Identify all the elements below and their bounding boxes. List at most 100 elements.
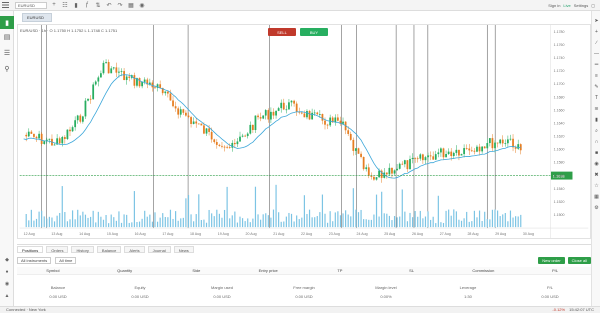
candle-body <box>213 139 216 143</box>
gear-icon[interactable]: ⚙ <box>593 204 600 211</box>
pattern-icon[interactable]: ≋ <box>593 105 600 112</box>
candle-body <box>218 144 221 146</box>
tab-alerts[interactable]: Alerts <box>124 245 145 253</box>
trendline-icon[interactable]: ∕ <box>593 39 600 46</box>
volume-bar <box>481 220 483 228</box>
column-header[interactable]: Quantity <box>89 267 161 274</box>
candle-body <box>169 93 172 101</box>
volume-bar <box>38 211 40 228</box>
camera-icon[interactable]: ◉ <box>138 2 146 9</box>
candle-body <box>424 157 427 161</box>
candle-body <box>118 71 120 73</box>
candle-body <box>251 124 254 131</box>
summary-value: 0.00 USD <box>49 294 67 299</box>
chart-icon[interactable]: ▤ <box>3 33 11 41</box>
calendar-icon[interactable]: ▦ <box>593 193 600 200</box>
tab-news[interactable]: News <box>173 245 194 253</box>
cursor-icon[interactable]: ➤ <box>593 17 600 24</box>
settings-link[interactable]: Settings <box>574 3 588 8</box>
sign-in-link[interactable]: Sign in <box>548 3 560 8</box>
column-header[interactable]: Symbol <box>17 267 89 274</box>
compare-icon[interactable]: ⇅ <box>94 2 102 9</box>
chart-tab[interactable]: EURUSD <box>22 13 52 22</box>
volume-bar <box>231 215 233 228</box>
tab-balance[interactable]: Balance <box>96 245 122 253</box>
candle-body <box>110 68 113 74</box>
candle-body <box>290 100 293 103</box>
volume-bar <box>195 214 197 228</box>
tab-journal[interactable]: Journal <box>147 245 171 253</box>
alerts-icon[interactable]: ▲ <box>3 293 11 299</box>
instrument-filter-dropdown[interactable]: All instruments <box>17 257 52 264</box>
date-tick-label: 26 Aug <box>412 232 423 236</box>
candle-body <box>313 112 316 114</box>
sell-button[interactable]: SELL <box>268 28 296 36</box>
summary-value: 0.00 USD <box>213 294 231 299</box>
watchlist-icon[interactable]: ☰ <box>3 49 11 57</box>
volume-bar <box>507 221 509 228</box>
brush-icon[interactable]: ✎ <box>593 83 600 90</box>
candles-icon[interactable]: ▮ <box>72 2 80 9</box>
price-tick-label: 1.1500 <box>554 213 565 217</box>
menu-icon[interactable] <box>0 0 11 11</box>
trash-icon[interactable]: ✖ <box>593 171 600 178</box>
candle-body <box>401 163 404 165</box>
candle-body <box>112 67 115 69</box>
new-order-button[interactable]: New order <box>538 257 565 264</box>
ruler-icon[interactable]: ▮ <box>593 116 600 123</box>
range-filter-dropdown[interactable]: All time <box>55 257 77 264</box>
column-header[interactable]: Entry price <box>232 267 304 274</box>
crosshair-icon[interactable]: + <box>593 28 600 35</box>
date-tick-label: 15 Aug <box>107 232 118 236</box>
candle-body <box>432 156 435 160</box>
orders-icon[interactable]: ● <box>3 269 11 275</box>
tab-orders[interactable]: Orders <box>46 245 69 253</box>
zoom-icon[interactable]: ⌕ <box>593 127 600 134</box>
fullscreen-icon[interactable]: ▢ <box>591 3 595 8</box>
interval-icon[interactable]: ☷ <box>61 2 69 9</box>
text-icon[interactable]: T <box>593 94 600 101</box>
summary-value: 0.00 USD <box>541 294 559 299</box>
add-icon[interactable]: + <box>50 2 58 9</box>
lock-icon[interactable]: ■ <box>593 149 600 156</box>
redo-icon[interactable]: ↷ <box>116 2 124 9</box>
date-tick-label: 14 Aug <box>79 232 90 236</box>
indicators-icon[interactable]: ƒ <box>83 2 91 9</box>
positions-icon[interactable]: ◆ <box>3 257 11 263</box>
magnet-icon[interactable]: ∩ <box>593 138 600 145</box>
volume-bar <box>520 214 522 228</box>
positions-table-header: Symbol Quantity Side Entry price TP SL C… <box>17 267 591 275</box>
history-icon[interactable]: ◉ <box>3 281 11 287</box>
column-header[interactable]: TP <box>304 267 376 274</box>
candle-body <box>282 102 285 110</box>
undo-icon[interactable]: ↶ <box>105 2 113 9</box>
channel-icon[interactable]: ═ <box>593 61 600 68</box>
buy-button[interactable]: BUY <box>300 28 328 36</box>
volume-bar <box>432 216 434 228</box>
column-header[interactable]: Commission <box>448 267 520 274</box>
horizontal-line-icon[interactable]: — <box>593 50 600 57</box>
trade-panel-icon[interactable]: ▮ <box>0 16 14 29</box>
fibonacci-icon[interactable]: ≡ <box>593 72 600 79</box>
close-all-button[interactable]: Close all <box>567 257 591 264</box>
price-chart[interactable]: 1.16381.17801.17601.17401.17201.17001.16… <box>17 24 591 239</box>
trading-app: EURUSD + ☷ ▮ ƒ ⇅ ↶ ↷ ▦ ◉ Sign in Live Se… <box>0 0 600 313</box>
search-icon[interactable]: ⚲ <box>3 65 11 73</box>
column-header[interactable]: P/L <box>519 267 591 274</box>
candle-body <box>455 149 458 153</box>
candle-body <box>35 136 38 139</box>
tab-positions[interactable]: Positions <box>17 245 44 253</box>
candle-body <box>501 139 504 144</box>
star-icon[interactable]: ☆ <box>593 182 600 189</box>
layout-icon[interactable]: ▦ <box>127 2 135 9</box>
column-header[interactable]: SL <box>376 267 448 274</box>
date-tick-label: 28 Aug <box>467 232 478 236</box>
eye-icon[interactable]: ◉ <box>593 160 600 167</box>
volume-bar <box>417 216 419 228</box>
column-header[interactable]: Side <box>161 267 233 274</box>
candle-body <box>205 128 208 134</box>
date-tick-label: 30 Aug <box>523 232 534 236</box>
price-tick-label: 1.1760 <box>554 43 565 47</box>
tab-history[interactable]: History <box>71 245 94 253</box>
symbol-search-input[interactable]: EURUSD <box>15 1 47 9</box>
